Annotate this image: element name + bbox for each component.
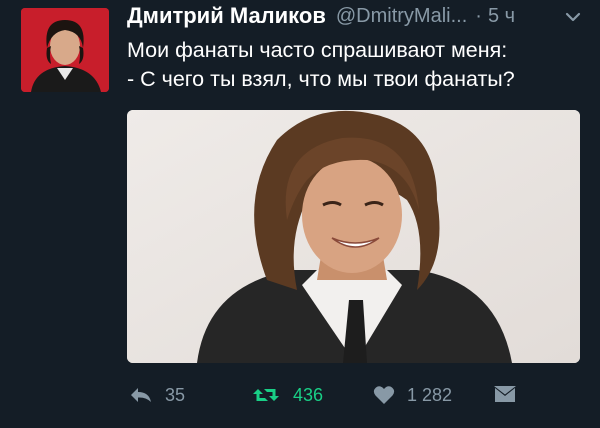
tweet-timestamp[interactable]: 5 ч (488, 5, 515, 28)
like-button[interactable]: 1 282 (373, 380, 452, 410)
chevron-down-icon[interactable] (564, 8, 582, 26)
tweet-header: Дмитрий Маликов @DmitryMali... · 5 ч (127, 2, 582, 30)
heart-icon (373, 385, 407, 405)
separator-dot: · (475, 4, 482, 27)
tweet-text-line-1: Мои фанаты часто спрашивают меня: (127, 38, 508, 62)
like-count: 1 282 (407, 384, 453, 405)
author-name[interactable]: Дмитрий Маликов (127, 3, 326, 29)
tweet-actions: 35 436 1 282 (127, 380, 587, 410)
retweet-icon (251, 385, 293, 405)
tweet-photo[interactable] (127, 110, 580, 363)
reply-button[interactable]: 35 (129, 380, 185, 410)
tweet-text-line-2: - С чего ты взял, что мы твои фанаты? (127, 67, 515, 91)
direct-message-icon (493, 385, 529, 405)
direct-message-button[interactable] (493, 380, 529, 410)
reply-icon (129, 386, 165, 404)
author-handle[interactable]: @DmitryMali... (336, 5, 467, 28)
tweet-text: Мои фанаты часто спрашивают меня: - С че… (127, 36, 587, 94)
retweet-count: 436 (293, 384, 324, 405)
reply-count: 35 (165, 384, 186, 405)
retweet-button[interactable]: 436 (251, 380, 323, 410)
author-avatar[interactable] (21, 8, 109, 92)
